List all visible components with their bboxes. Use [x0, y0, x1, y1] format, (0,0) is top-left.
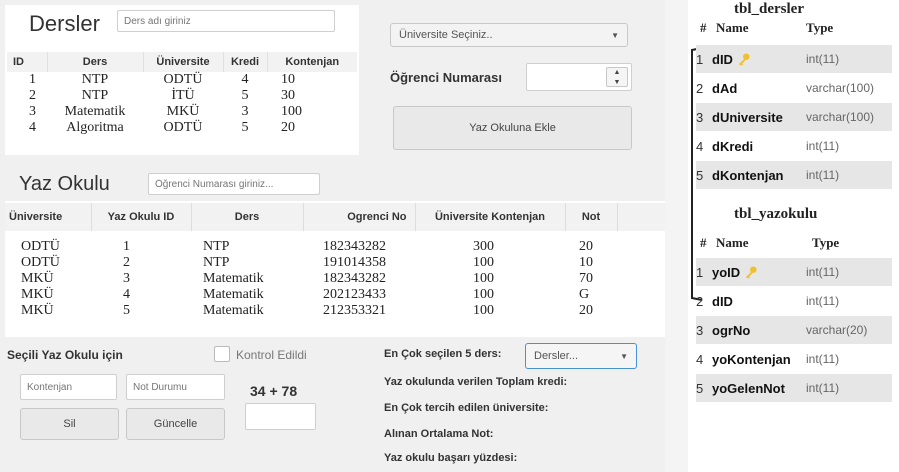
schema-row[interactable]: 5 yoGelenNot int(11): [696, 374, 892, 402]
schema-row[interactable]: 2 dID int(11): [696, 287, 892, 315]
selected-summer-school-label: Seçili Yaz Okulu için: [7, 348, 123, 362]
schema-row[interactable]: 4 dKredi int(11): [696, 132, 892, 160]
chevron-down-icon: ▼: [620, 351, 628, 361]
dersler-panel: Dersler ID Ders Üniversite Kredi Kontenj…: [5, 5, 359, 155]
dersler-table: ID Ders Üniversite Kredi Kontenjan 1 NTP…: [7, 52, 357, 136]
tbl-yazokulu-name-header: Name: [716, 235, 749, 250]
add-to-summer-school-button[interactable]: Yaz Okuluna Ekle: [393, 106, 632, 150]
student-search-input[interactable]: [148, 173, 320, 195]
stepper-buttons: ▲ ▼: [606, 67, 628, 87]
table-row[interactable]: 3 Matematik MKÜ 3 100: [7, 104, 357, 120]
checked-checkbox-label: Kontrol Edildi: [236, 348, 307, 362]
schema-row[interactable]: 3 dUniversite varchar(100): [696, 103, 892, 131]
col-kredi[interactable]: Kredi: [223, 52, 268, 72]
yaz-okulu-panel: Yaz Okulu Üniversite Yaz Okulu ID Ders O…: [5, 163, 665, 337]
col-ders[interactable]: Ders: [191, 203, 304, 231]
university-combo-label: Üniversite Seçiniz..: [399, 29, 493, 41]
table-row[interactable]: ODTÜ 2 NTP 191014358 100 10: [5, 255, 665, 271]
table-row[interactable]: 1 NTP ODTÜ 4 10: [7, 72, 357, 88]
yaz-okulu-table: Üniversite Yaz Okulu ID Ders Ogrenci No …: [5, 203, 665, 319]
col-empty: [617, 203, 665, 231]
tbl-dersler-type-header: Type: [806, 20, 834, 35]
dersler-table-header: ID Ders Üniversite Kredi Kontenjan: [7, 52, 357, 72]
not-durumu-input[interactable]: [126, 374, 225, 400]
success-rate-label: Yaz okulu başarı yüzdesi:: [384, 452, 518, 464]
key-icon: [746, 266, 757, 279]
schema-row[interactable]: 1 dID int(11): [696, 45, 892, 73]
col-not[interactable]: Not: [565, 203, 618, 231]
sum-result-input[interactable]: [245, 403, 316, 430]
col-universite-kontenjan[interactable]: Üniversite Kontenjan: [415, 203, 566, 231]
tbl-dersler-hash: #: [700, 20, 707, 35]
col-universite[interactable]: Üniversite: [143, 52, 224, 72]
top5-label: En Çok seçilen 5 ders:: [384, 348, 502, 360]
schema-row[interactable]: 1 yoID int(11): [696, 258, 892, 286]
sum-text: 34 + 78: [250, 383, 298, 399]
col-universite[interactable]: Üniversite: [5, 203, 92, 231]
most-preferred-university-label: En Çok tercih edilen üniversite:: [384, 402, 549, 414]
student-no-label: Öğrenci Numarası: [390, 70, 502, 85]
schema-row[interactable]: 4 yoKontenjan int(11): [696, 345, 892, 373]
average-grade-label: Alınan Ortalama Not:: [384, 428, 494, 440]
col-kontenjan[interactable]: Kontenjan: [267, 52, 357, 72]
yaz-okulu-title: Yaz Okulu: [19, 173, 110, 195]
table-row[interactable]: MKÜ 4 Matematik 202123433 100 G: [5, 287, 665, 303]
col-id[interactable]: ID: [7, 52, 48, 72]
key-icon: [738, 53, 750, 66]
university-combo[interactable]: Üniversite Seçiniz.. ▼: [390, 23, 628, 47]
tbl-dersler-name-header: Name: [716, 20, 749, 35]
total-credit-label: Yaz okulunda verilen Toplam kredi:: [384, 376, 568, 388]
checked-checkbox[interactable]: [214, 346, 230, 362]
top5-combo[interactable]: Dersler... ▼: [525, 343, 637, 369]
schema-panel: tbl_dersler # Name Type 1 dID int(11) 2 …: [688, 0, 899, 472]
table-row[interactable]: MKÜ 5 Matematik 212353321 100 20: [5, 303, 665, 319]
schema-row[interactable]: 3 ogrNo varchar(20): [696, 316, 892, 344]
dersler-title: Dersler: [29, 11, 100, 36]
schema-row[interactable]: 2 dAd varchar(100): [696, 74, 892, 102]
top5-combo-label: Dersler...: [534, 350, 579, 362]
table-row[interactable]: 4 Algoritma ODTÜ 5 20: [7, 120, 357, 136]
col-ders[interactable]: Ders: [47, 52, 144, 72]
yaz-okulu-table-header: Üniversite Yaz Okulu ID Ders Ogrenci No …: [5, 203, 665, 231]
kontenjan-input[interactable]: [20, 374, 117, 400]
delete-button[interactable]: Sil: [20, 408, 119, 440]
table-row[interactable]: MKÜ 3 Matematik 182343282 100 70: [5, 271, 665, 287]
app-window: Dersler ID Ders Üniversite Kredi Kontenj…: [0, 0, 665, 472]
stepper-up-icon[interactable]: ▲: [607, 68, 627, 78]
chevron-down-icon: ▼: [611, 30, 619, 40]
ders-search-input[interactable]: [117, 10, 335, 32]
table-row[interactable]: 2 NTP İTÜ 5 30: [7, 88, 357, 104]
tbl-yazokulu-type-header: Type: [812, 235, 840, 250]
schema-row[interactable]: 5 dKontenjan int(11): [696, 161, 892, 189]
tbl-dersler-title: tbl_dersler: [734, 1, 804, 17]
col-ogrenci-no[interactable]: Ogrenci No: [303, 203, 416, 231]
col-yaz-okulu-id[interactable]: Yaz Okulu ID: [91, 203, 192, 231]
tbl-yazokulu-title: tbl_yazokulu: [734, 206, 818, 222]
student-no-stepper[interactable]: ▲ ▼: [526, 63, 632, 91]
stepper-down-icon[interactable]: ▼: [607, 78, 627, 88]
tbl-yazokulu-hash: #: [700, 235, 707, 250]
update-button[interactable]: Güncelle: [126, 408, 225, 440]
table-row[interactable]: ODTÜ 1 NTP 182343282 300 20: [5, 239, 665, 255]
